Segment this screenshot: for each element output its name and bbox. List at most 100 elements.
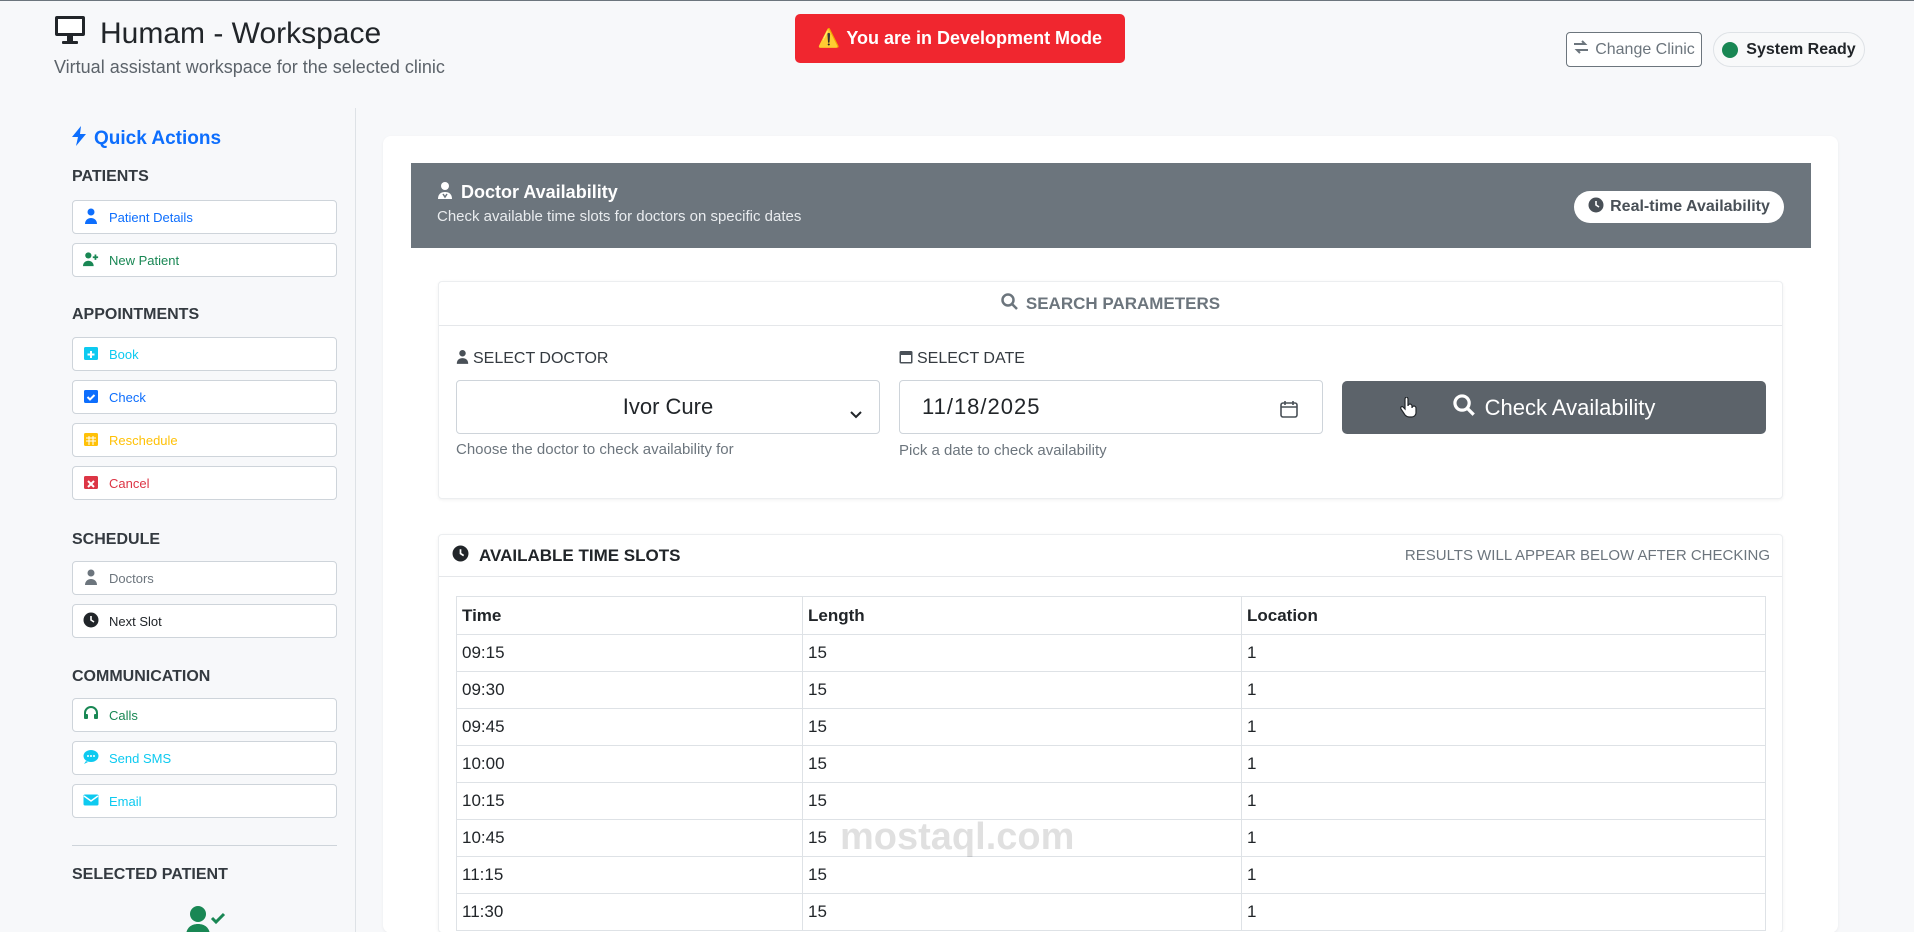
table-row[interactable]: 09:15 15 1 bbox=[456, 634, 1766, 672]
check-availability-label: Check Availability bbox=[1484, 394, 1656, 420]
table-row[interactable]: 09:30 15 1 bbox=[456, 671, 1766, 709]
date-input[interactable]: 11/18/2025 bbox=[899, 380, 1323, 434]
slot-location: 1 bbox=[1241, 819, 1766, 857]
headset-icon bbox=[83, 705, 99, 725]
calendar-icon bbox=[899, 349, 913, 369]
doctor-select-value: Ivor Cure bbox=[622, 394, 714, 419]
date-help-text: Pick a date to check availability bbox=[899, 442, 1107, 459]
slot-location: 1 bbox=[1241, 745, 1766, 783]
slot-time: 10:00 bbox=[456, 745, 803, 783]
slot-time: 10:45 bbox=[456, 819, 803, 857]
watermark: mostaql.com bbox=[840, 816, 1075, 858]
app-subtitle: Virtual assistant workspace for the sele… bbox=[54, 57, 445, 77]
slot-length: 15 bbox=[802, 745, 1242, 783]
user-plus-icon bbox=[83, 251, 99, 270]
user-injured-icon bbox=[83, 208, 99, 227]
select-doctor-label: SELECT DOCTOR bbox=[456, 349, 608, 369]
search-icon bbox=[1452, 393, 1475, 422]
cancel-button[interactable]: Cancel bbox=[72, 466, 337, 500]
available-slots-title: AVAILABLE TIME SLOTS bbox=[452, 545, 680, 567]
calendar-picker-icon[interactable] bbox=[1280, 398, 1298, 418]
table-row[interactable]: 10:15 15 1 bbox=[456, 782, 1766, 820]
slot-location: 1 bbox=[1241, 634, 1766, 672]
table-row[interactable]: 11:30 15 1 bbox=[456, 893, 1766, 931]
slot-length: 15 bbox=[802, 856, 1242, 894]
system-status-label: System Ready bbox=[1746, 40, 1856, 58]
table-row[interactable]: 10:45 15 1 bbox=[456, 819, 1766, 857]
sidebar: Quick Actions PATIENTS Patient Details N… bbox=[0, 108, 356, 932]
header: Humam - Workspace Virtual assistant work… bbox=[0, 1, 1914, 101]
slot-time: 09:15 bbox=[456, 634, 803, 672]
column-header-length: Length bbox=[802, 596, 1242, 635]
table-header-row: Time Length Location bbox=[456, 596, 1766, 635]
column-header-time: Time bbox=[456, 596, 803, 635]
available-slots-header: AVAILABLE TIME SLOTS RESULTS WILL APPEAR… bbox=[439, 535, 1782, 577]
clock-icon bbox=[452, 545, 469, 567]
calendar-alt-icon bbox=[83, 431, 99, 450]
reschedule-button[interactable]: Reschedule bbox=[72, 423, 337, 457]
search-parameters-header: SEARCH PARAMETERS bbox=[439, 282, 1782, 326]
calendar-plus-icon bbox=[83, 345, 99, 364]
user-check-icon bbox=[182, 906, 230, 932]
calendar-check-icon bbox=[83, 388, 99, 407]
doctors-button[interactable]: Doctors bbox=[72, 561, 337, 595]
app-title: Humam - Workspace bbox=[54, 15, 381, 53]
clock-icon bbox=[1588, 197, 1604, 218]
available-slots-card: AVAILABLE TIME SLOTS RESULTS WILL APPEAR… bbox=[438, 534, 1783, 932]
send-sms-button[interactable]: Send SMS bbox=[72, 741, 337, 775]
date-input-value: 11/18/2025 bbox=[922, 394, 1041, 419]
calls-button[interactable]: Calls bbox=[72, 698, 337, 732]
chevron-down-icon bbox=[849, 401, 863, 419]
slot-location: 1 bbox=[1241, 893, 1766, 931]
user-md-icon bbox=[456, 349, 469, 369]
change-clinic-button[interactable]: Change Clinic bbox=[1566, 32, 1702, 67]
slot-length: 15 bbox=[802, 893, 1242, 931]
time-slots-table: Time Length Location 09:15 15 1 09:30 15 1 0… bbox=[456, 596, 1766, 931]
quick-actions-title: Quick Actions bbox=[72, 126, 221, 152]
select-date-label: SELECT DATE bbox=[899, 349, 1025, 369]
results-note: RESULTS WILL APPEAR BELOW AFTER CHECKING bbox=[1404, 547, 1770, 564]
table-row[interactable]: 10:00 15 1 bbox=[456, 745, 1766, 783]
slot-time: 11:15 bbox=[456, 856, 803, 894]
slot-time: 10:15 bbox=[456, 782, 803, 820]
slot-location: 1 bbox=[1241, 671, 1766, 709]
bolt-icon bbox=[72, 126, 86, 152]
slot-time: 09:45 bbox=[456, 708, 803, 746]
calendar-times-icon bbox=[83, 474, 99, 493]
envelope-icon bbox=[83, 792, 99, 811]
slot-location: 1 bbox=[1241, 856, 1766, 894]
availability-title: Doctor Availability bbox=[437, 181, 618, 204]
warning-icon: ⚠️ bbox=[817, 28, 841, 48]
availability-header: Doctor Availability Check available time… bbox=[411, 163, 1811, 248]
slot-length: 15 bbox=[802, 782, 1242, 820]
slot-length: 15 bbox=[802, 634, 1242, 672]
new-patient-button[interactable]: New Patient bbox=[72, 243, 337, 277]
doctor-select[interactable]: Ivor Cure bbox=[456, 380, 880, 434]
patient-details-button[interactable]: Patient Details bbox=[72, 200, 337, 234]
slot-time: 09:30 bbox=[456, 671, 803, 709]
user-md-icon bbox=[437, 181, 453, 204]
search-parameters-card: SEARCH PARAMETERS SELECT DOCTOR Ivor Cur… bbox=[438, 281, 1783, 499]
dev-mode-text: You are in Development Mode bbox=[846, 28, 1103, 48]
slot-length: 15 bbox=[802, 671, 1242, 709]
check-button[interactable]: Check bbox=[72, 380, 337, 414]
slot-location: 1 bbox=[1241, 708, 1766, 746]
next-slot-button[interactable]: Next Slot bbox=[72, 604, 337, 638]
table-row[interactable]: 09:45 15 1 bbox=[456, 708, 1766, 746]
section-label-patients: PATIENTS bbox=[72, 168, 149, 185]
hand-pointer-icon bbox=[1399, 396, 1417, 419]
slot-time: 11:30 bbox=[456, 893, 803, 931]
selected-patient-label: SELECTED PATIENT bbox=[72, 866, 228, 883]
dev-mode-banner: ⚠️ You are in Development Mode bbox=[795, 14, 1125, 63]
status-dot-icon bbox=[1722, 41, 1739, 58]
book-button[interactable]: Book bbox=[72, 337, 337, 371]
column-header-location: Location bbox=[1241, 596, 1766, 635]
section-label-communication: COMMUNICATION bbox=[72, 668, 211, 685]
check-availability-button[interactable]: Check Availability bbox=[1342, 381, 1766, 434]
availability-subtitle: Check available time slots for doctors o… bbox=[437, 208, 802, 225]
exchange-icon bbox=[1573, 40, 1589, 59]
section-label-appointments: APPOINTMENTS bbox=[72, 306, 200, 323]
table-row[interactable]: 11:15 15 1 bbox=[456, 856, 1766, 894]
email-button[interactable]: Email bbox=[72, 784, 337, 818]
clock-icon bbox=[83, 612, 99, 631]
